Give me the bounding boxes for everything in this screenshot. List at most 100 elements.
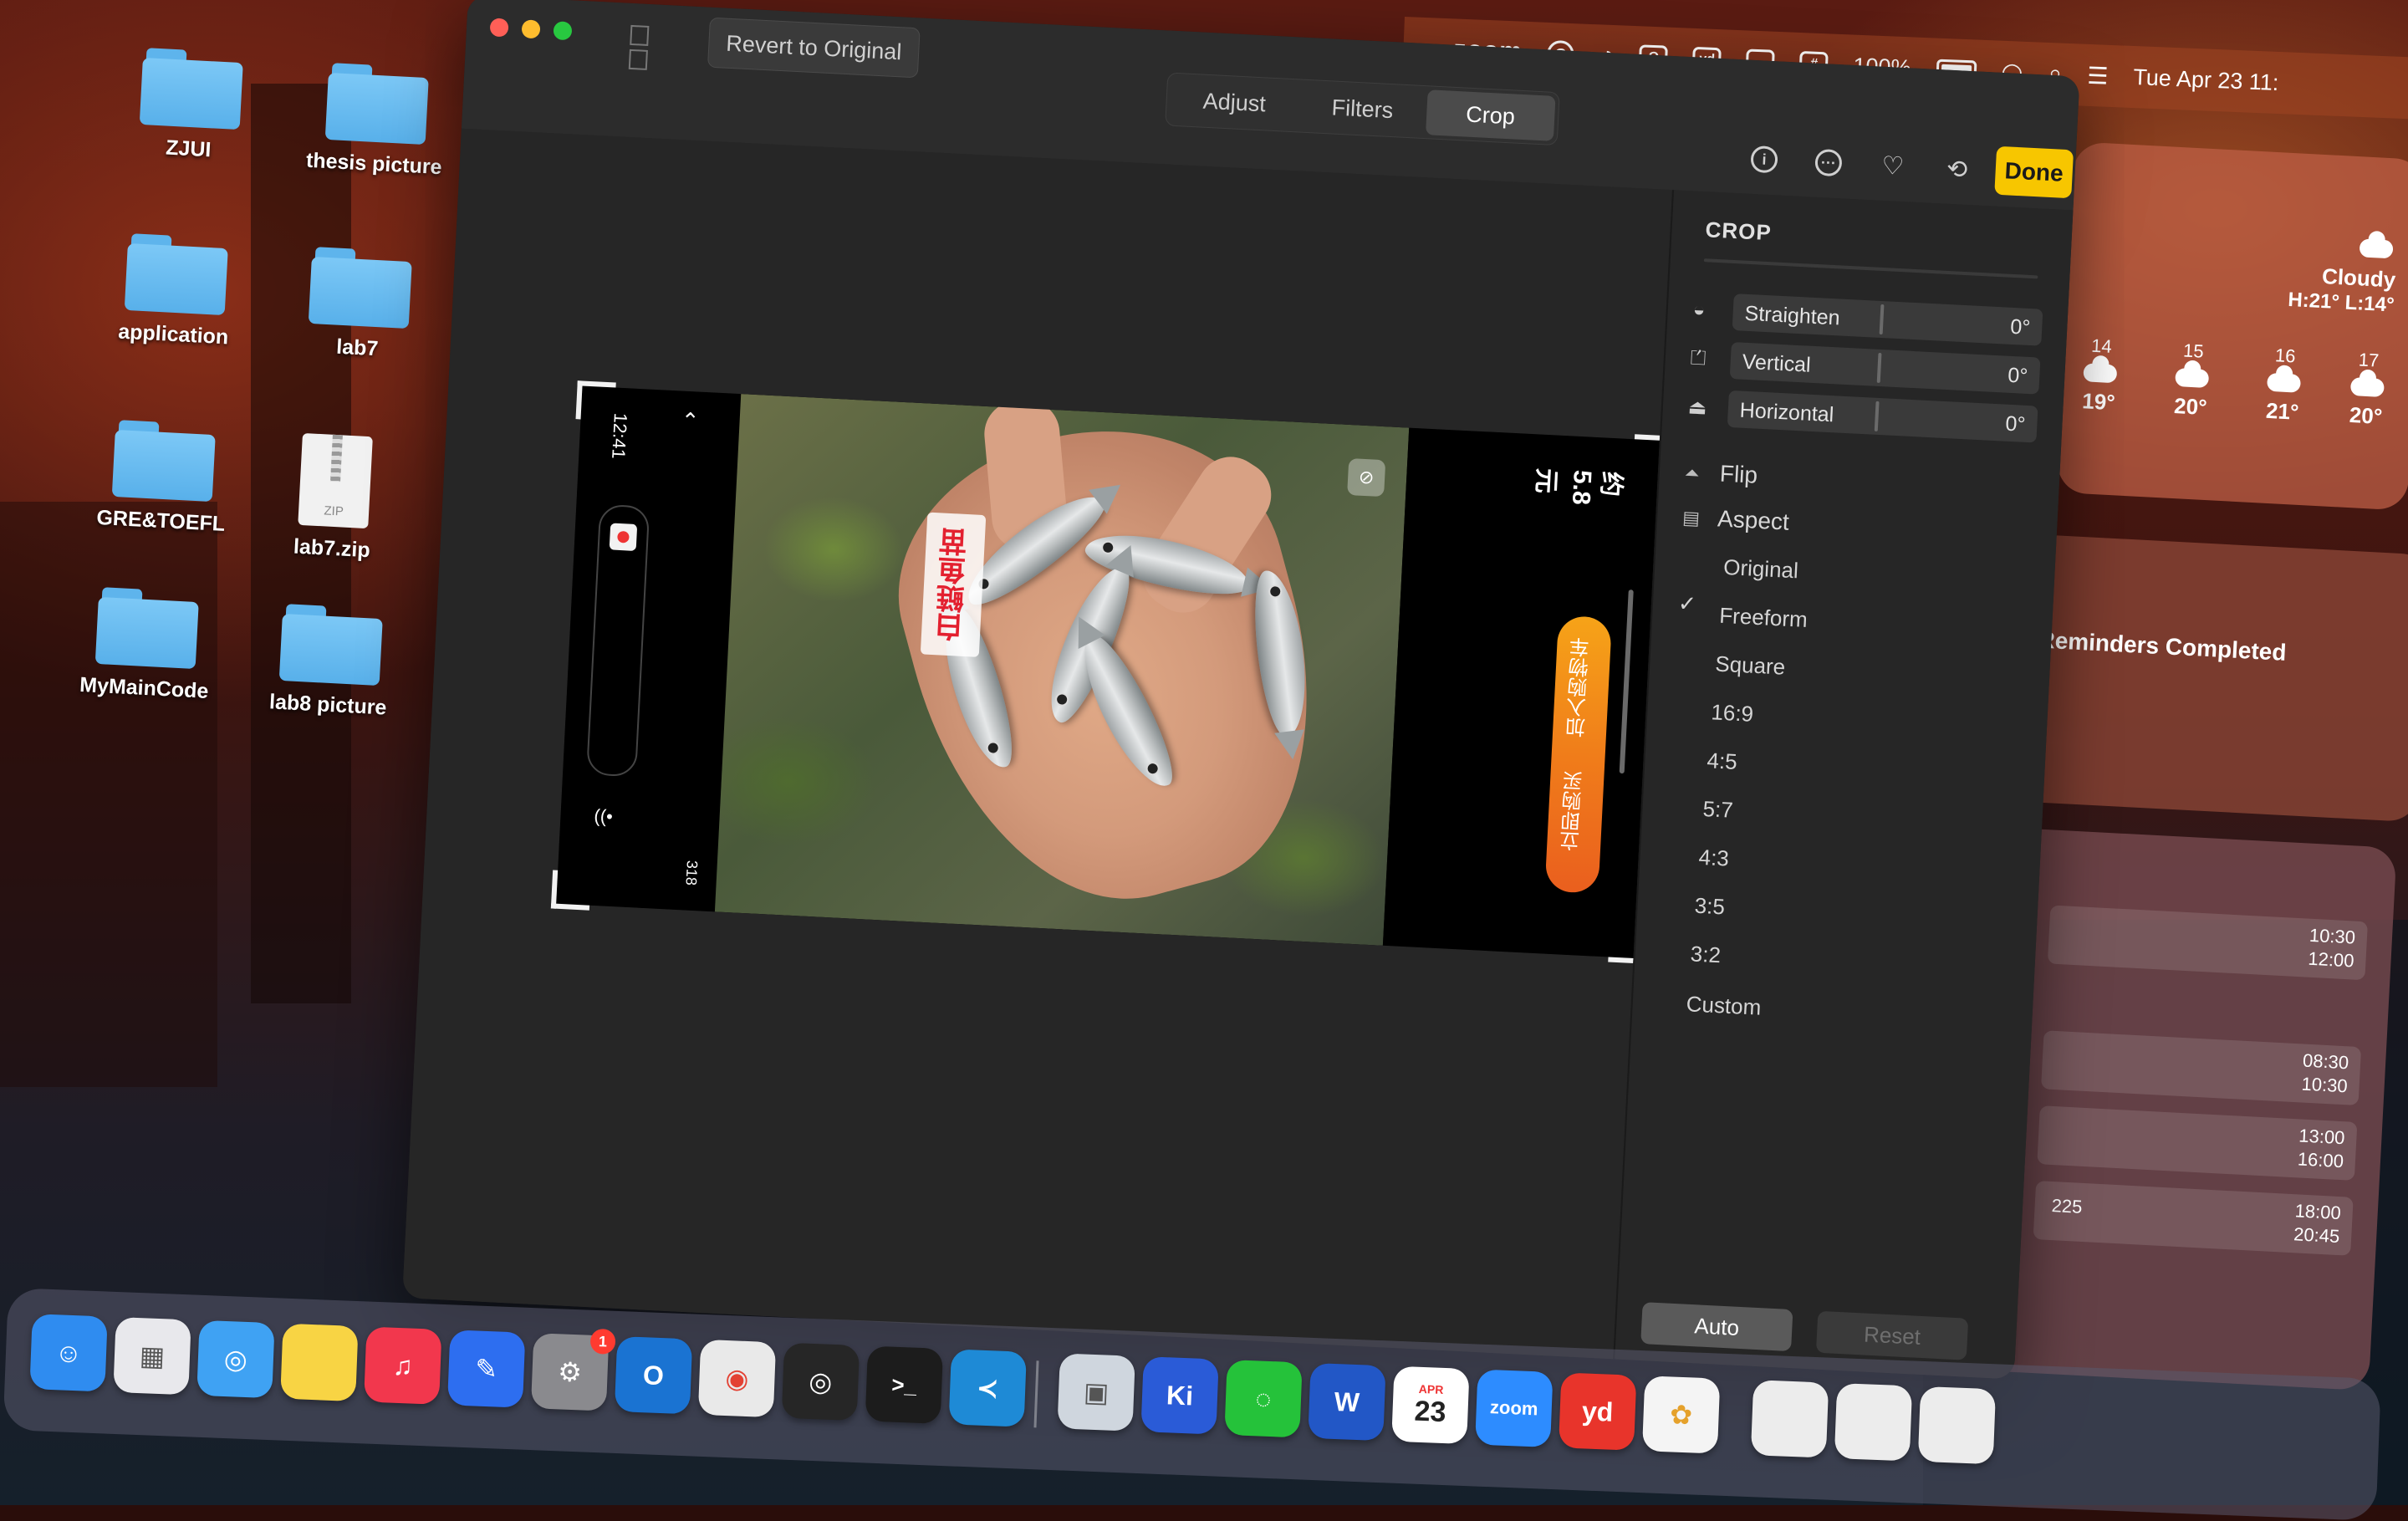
event-start: 18:00 xyxy=(2294,1200,2342,1224)
dock-app-photos[interactable]: ✿ xyxy=(1641,1376,1721,1454)
folder-icon xyxy=(124,233,229,316)
dock-app-zoom[interactable]: zoom xyxy=(1475,1369,1553,1447)
folder-icon xyxy=(324,63,430,145)
tab-adjust[interactable]: Adjust xyxy=(1169,77,1299,129)
minimize-button[interactable] xyxy=(521,19,541,39)
aspect-option-square[interactable]: Square xyxy=(1715,651,1786,681)
dock-app-vscode[interactable]: ≺ xyxy=(948,1349,1027,1427)
auto-button[interactable]: Auto xyxy=(1640,1302,1793,1352)
rotate-icon[interactable]: ⟲ xyxy=(1941,153,1973,185)
flip-button[interactable]: ⏶ Flip xyxy=(1684,458,1758,488)
dock-app-youdao[interactable]: yd xyxy=(1559,1372,1637,1451)
desktop-file-lab7-zip[interactable]: ZIP lab7.zip xyxy=(247,431,421,565)
dock-app-system-settings[interactable]: ⚙ 1 xyxy=(530,1328,616,1411)
forecast-temp: 20° xyxy=(2349,401,2384,429)
dock-app-preview[interactable]: ▣ xyxy=(1057,1353,1135,1432)
desktop-folder-lab7[interactable]: lab7 xyxy=(273,245,446,365)
aspect-option-freeform[interactable]: Freeform xyxy=(1719,603,1809,633)
dock-app-wechat[interactable]: ◌ xyxy=(1224,1360,1303,1438)
aspect-option-4-5[interactable]: 4:5 xyxy=(1707,748,1738,775)
edit-mode-tabs: Adjust Filters Crop xyxy=(1165,72,1560,146)
event-end: 10:30 xyxy=(2301,1073,2349,1097)
folder-icon xyxy=(111,420,217,503)
dock-app-chrome[interactable]: ◉ xyxy=(697,1339,777,1418)
record-icon xyxy=(609,523,638,552)
dock-minimized-window[interactable] xyxy=(1917,1386,1997,1465)
dock-app-finder[interactable]: ☺ xyxy=(29,1314,108,1392)
aspect-option-16-9[interactable]: 16:9 xyxy=(1711,699,1754,727)
dock-app-word[interactable]: W xyxy=(1308,1362,1386,1442)
dock-app-outlook[interactable]: O xyxy=(614,1336,693,1415)
calendar-day: 23 xyxy=(1413,1395,1447,1428)
mute-icon: ⊘ xyxy=(1347,458,1386,498)
weather-widget[interactable]: Cloudy H:21° L:14° 14 19° 15 20° 16 21° 17 2… xyxy=(2056,141,2408,511)
dock-minimized-window[interactable] xyxy=(1750,1380,1829,1458)
desktop-folder-lab8-picture[interactable]: lab8 picture xyxy=(244,602,417,722)
vertical-slider[interactable]: Vertical 0° xyxy=(1729,341,2041,395)
dock-app-calendar[interactable]: APR 23 xyxy=(1391,1365,1470,1445)
close-button[interactable] xyxy=(489,18,509,38)
more-icon[interactable]: ··· xyxy=(1813,147,1844,179)
desktop-folder-gre-toefl[interactable]: GRE&TOEFL xyxy=(77,418,250,538)
aspect-option-custom[interactable]: Custom xyxy=(1686,991,1762,1020)
horizontal-row: ⏏ Horizontal 0° xyxy=(1687,388,2040,443)
vertical-perspective-icon: ⏍ xyxy=(1690,346,1707,370)
dock-app-launchpad[interactable]: ▦ xyxy=(113,1316,191,1396)
desktop-folder-zjui[interactable]: ZJUI xyxy=(105,46,278,166)
flip-icon: ⏶ xyxy=(1684,462,1701,484)
reset-button[interactable]: Reset xyxy=(1815,1310,1969,1360)
calendar-event[interactable]: 225 18:00 20:45 xyxy=(2033,1181,2354,1256)
folder-icon xyxy=(308,247,413,329)
calendar-event[interactable]: 13:00 16:00 xyxy=(2037,1105,2358,1181)
revert-to-original-button[interactable]: Revert to Original xyxy=(707,17,921,79)
aspect-option-4-3[interactable]: 4:3 xyxy=(1698,845,1730,872)
info-icon[interactable]: i xyxy=(1748,144,1780,176)
dock-app-scrobbler[interactable]: ◎ xyxy=(781,1342,860,1421)
zip-badge: ZIP xyxy=(324,503,344,519)
horizontal-slider[interactable]: Horizontal 0° xyxy=(1727,390,2038,443)
dock-app-keynote[interactable]: Ki xyxy=(1140,1356,1219,1435)
event-time: 08:30 10:30 xyxy=(2301,1049,2349,1099)
crop-frame[interactable]: 12:41 ⌃ ((• 318 ⊘ 白鲢鱼苗 约5.8元 加入购物车 立即购买 xyxy=(550,380,1674,964)
event-start: 13:00 xyxy=(2298,1125,2346,1149)
aspect-option-5-7[interactable]: 5:7 xyxy=(1702,796,1734,824)
event-time: 10:30 12:00 xyxy=(2308,924,2356,973)
desktop-folder-mymaincode[interactable]: MyMainCode xyxy=(60,585,233,705)
dock-app-notes[interactable] xyxy=(280,1323,359,1402)
compare-icon[interactable] xyxy=(628,24,672,70)
done-button[interactable]: Done xyxy=(1994,145,2074,199)
straighten-slider[interactable]: Straighten 0° xyxy=(1732,293,2043,346)
calendar-event[interactable]: 10:30 12:00 xyxy=(2047,905,2368,981)
clock[interactable]: Tue Apr 23 11: xyxy=(2133,64,2279,96)
crop-handle-top-left[interactable] xyxy=(575,380,616,421)
straighten-row: ◒ Straighten 0° xyxy=(1692,292,2045,346)
zip-file-icon: ZIP xyxy=(298,432,373,529)
slider-center-tick xyxy=(1879,304,1885,335)
tab-crop[interactable]: Crop xyxy=(1425,89,1556,141)
zoom-button[interactable] xyxy=(553,21,573,41)
crop-sidebar: CROP ◒ Straighten 0° ⏍ Vertical 0° ⏏ Hor… xyxy=(1613,190,2075,1380)
calendar-event[interactable]: 08:30 10:30 xyxy=(2040,1030,2362,1106)
dock-app-safari[interactable]: ◎ xyxy=(196,1319,275,1399)
folder-icon xyxy=(278,604,384,686)
screenshot-side-number: 318 xyxy=(682,860,701,886)
dock-minimized-window[interactable] xyxy=(1834,1383,1913,1462)
control-center-icon[interactable]: ☰ xyxy=(2087,61,2109,89)
aspect-label: Aspect xyxy=(1717,505,1790,535)
aspect-option-original[interactable]: Original xyxy=(1723,554,1799,584)
dock-app-terminal[interactable]: >_ xyxy=(865,1345,944,1424)
aspect-option-3-2[interactable]: 3:2 xyxy=(1690,941,1722,968)
crop-handle-bottom-left[interactable] xyxy=(550,870,592,911)
checkmark-icon: ✓ xyxy=(1677,590,1697,617)
photo-caption-overlay: 白鲢鱼苗 xyxy=(920,512,987,657)
forecast-hour: 14 19° xyxy=(2060,334,2140,417)
tab-filters[interactable]: Filters xyxy=(1298,83,1428,135)
crop-section-title: CROP xyxy=(1704,217,1773,246)
forecast-temp: 21° xyxy=(2265,397,2300,425)
dock-app-music[interactable]: ♫ xyxy=(364,1326,442,1405)
aspect-option-3-5[interactable]: 3:5 xyxy=(1694,893,1726,921)
desktop-folder-application[interactable]: application xyxy=(89,232,263,351)
heart-icon[interactable]: ♡ xyxy=(1877,151,1909,182)
dock-app-pencil[interactable]: ✎ xyxy=(447,1330,526,1408)
desktop-folder-thesis-picture[interactable]: thesis picture xyxy=(290,61,463,181)
